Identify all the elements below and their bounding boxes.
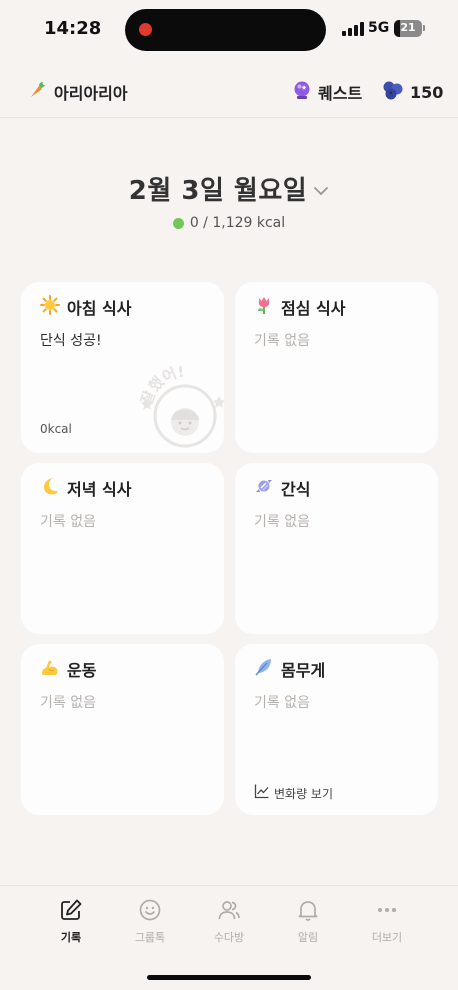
carrot-icon xyxy=(28,80,48,104)
kcal-text: 0 / 1,129 kcal xyxy=(189,215,286,231)
feather-icon xyxy=(254,657,274,681)
app-header: 아리아리아 퀘스트 150 xyxy=(0,70,458,118)
card-kcal: 0kcal xyxy=(40,422,72,436)
tab-chat-room[interactable]: 수다방 xyxy=(199,898,259,945)
network-type: 5G xyxy=(368,20,390,36)
smiley-icon xyxy=(138,898,162,926)
card-title: 아침 식사 xyxy=(67,299,132,318)
card-header: 아침 식사 xyxy=(40,295,131,319)
tab-label: 기록 xyxy=(60,931,82,944)
card-title: 점심 식사 xyxy=(281,299,346,318)
battery-percent: 21 xyxy=(400,21,416,34)
profile-button[interactable]: 아리아리아 xyxy=(28,80,128,104)
points-button[interactable]: 150 xyxy=(382,80,443,104)
card-title: 몸무게 xyxy=(281,661,326,680)
tab-record[interactable]: 기록 xyxy=(41,898,101,945)
tab-label: 더보기 xyxy=(371,931,403,944)
card-status: 기록 없음 xyxy=(254,514,310,530)
kcal-summary: 0 / 1,129 kcal xyxy=(0,215,458,231)
recording-indicator-icon xyxy=(139,23,152,36)
view-change-label: 변화량 보기 xyxy=(274,786,334,801)
line-chart-icon xyxy=(254,783,270,803)
more-dots-icon xyxy=(375,898,399,926)
card-status: 기록 없음 xyxy=(254,695,310,711)
signal-strength-icon xyxy=(342,22,364,36)
tab-label: 그룹톡 xyxy=(134,931,166,944)
dinner-card[interactable]: 저녁 식사 기록 없음 xyxy=(21,463,224,634)
battery-cap xyxy=(423,25,425,31)
status-time: 14:28 xyxy=(44,18,102,39)
card-title: 간식 xyxy=(281,480,311,499)
flexed-biceps-icon xyxy=(40,657,60,681)
pencil-square-icon xyxy=(59,898,83,926)
crystal-ball-icon xyxy=(292,80,312,104)
card-title: 운동 xyxy=(67,661,97,680)
points-value: 150 xyxy=(410,82,444,102)
card-status: 기록 없음 xyxy=(40,514,96,530)
exercise-card[interactable]: 운동 기록 없음 xyxy=(21,644,224,815)
date-title: 2월 3일 월요일 xyxy=(128,176,308,206)
tab-label: 수다방 xyxy=(213,931,245,944)
card-status: 기록 없음 xyxy=(254,333,310,349)
tab-more[interactable]: 더보기 xyxy=(357,898,417,945)
bell-icon xyxy=(296,898,320,926)
user-nickname: 아리아리아 xyxy=(54,84,128,103)
quest-button[interactable]: 퀘스트 xyxy=(292,80,362,104)
kcal-status-dot xyxy=(172,217,184,229)
snack-card[interactable]: 간식 기록 없음 xyxy=(235,463,438,634)
card-title: 저녁 식사 xyxy=(67,480,132,499)
date-selector[interactable]: 2월 3일 월요일 xyxy=(0,170,458,207)
well-done-stamp: 잘했어! xyxy=(137,363,229,450)
people-icon xyxy=(217,898,241,926)
quest-label: 퀘스트 xyxy=(318,84,363,103)
home-indicator xyxy=(147,975,311,980)
battery-icon: 21 xyxy=(394,20,422,37)
candy-icon xyxy=(254,476,274,500)
weight-card[interactable]: 몸무게 기록 없음 변화량 보기 xyxy=(235,644,438,815)
tab-label: 알림 xyxy=(297,931,319,944)
card-header: 간식 xyxy=(254,476,310,500)
crescent-moon-icon xyxy=(40,476,60,500)
view-change-button[interactable]: 변화량 보기 xyxy=(254,783,333,803)
card-header: 저녁 식사 xyxy=(40,476,131,500)
card-status: 기록 없음 xyxy=(40,695,96,711)
tab-notifications[interactable]: 알림 xyxy=(278,898,338,945)
card-header: 몸무게 xyxy=(254,657,325,681)
dynamic-island xyxy=(125,9,326,51)
lunch-card[interactable]: 점심 식사 기록 없음 xyxy=(235,282,438,453)
card-status: 단식 성공! xyxy=(40,333,102,349)
status-bar: 14:28 5G 21 xyxy=(0,0,458,60)
well-done-stamp-graphic: 잘했어! xyxy=(137,363,225,448)
blueberry-icon xyxy=(382,80,404,104)
tab-group-talk[interactable]: 그룹톡 xyxy=(120,898,180,945)
breakfast-card[interactable]: 아침 식사 단식 성공! 잘했어! 0kcal xyxy=(21,282,225,453)
sun-icon xyxy=(40,295,60,319)
tulip-icon xyxy=(254,295,274,319)
card-header: 점심 식사 xyxy=(254,295,345,319)
card-header: 운동 xyxy=(40,657,96,681)
chevron-down-icon xyxy=(313,181,329,200)
